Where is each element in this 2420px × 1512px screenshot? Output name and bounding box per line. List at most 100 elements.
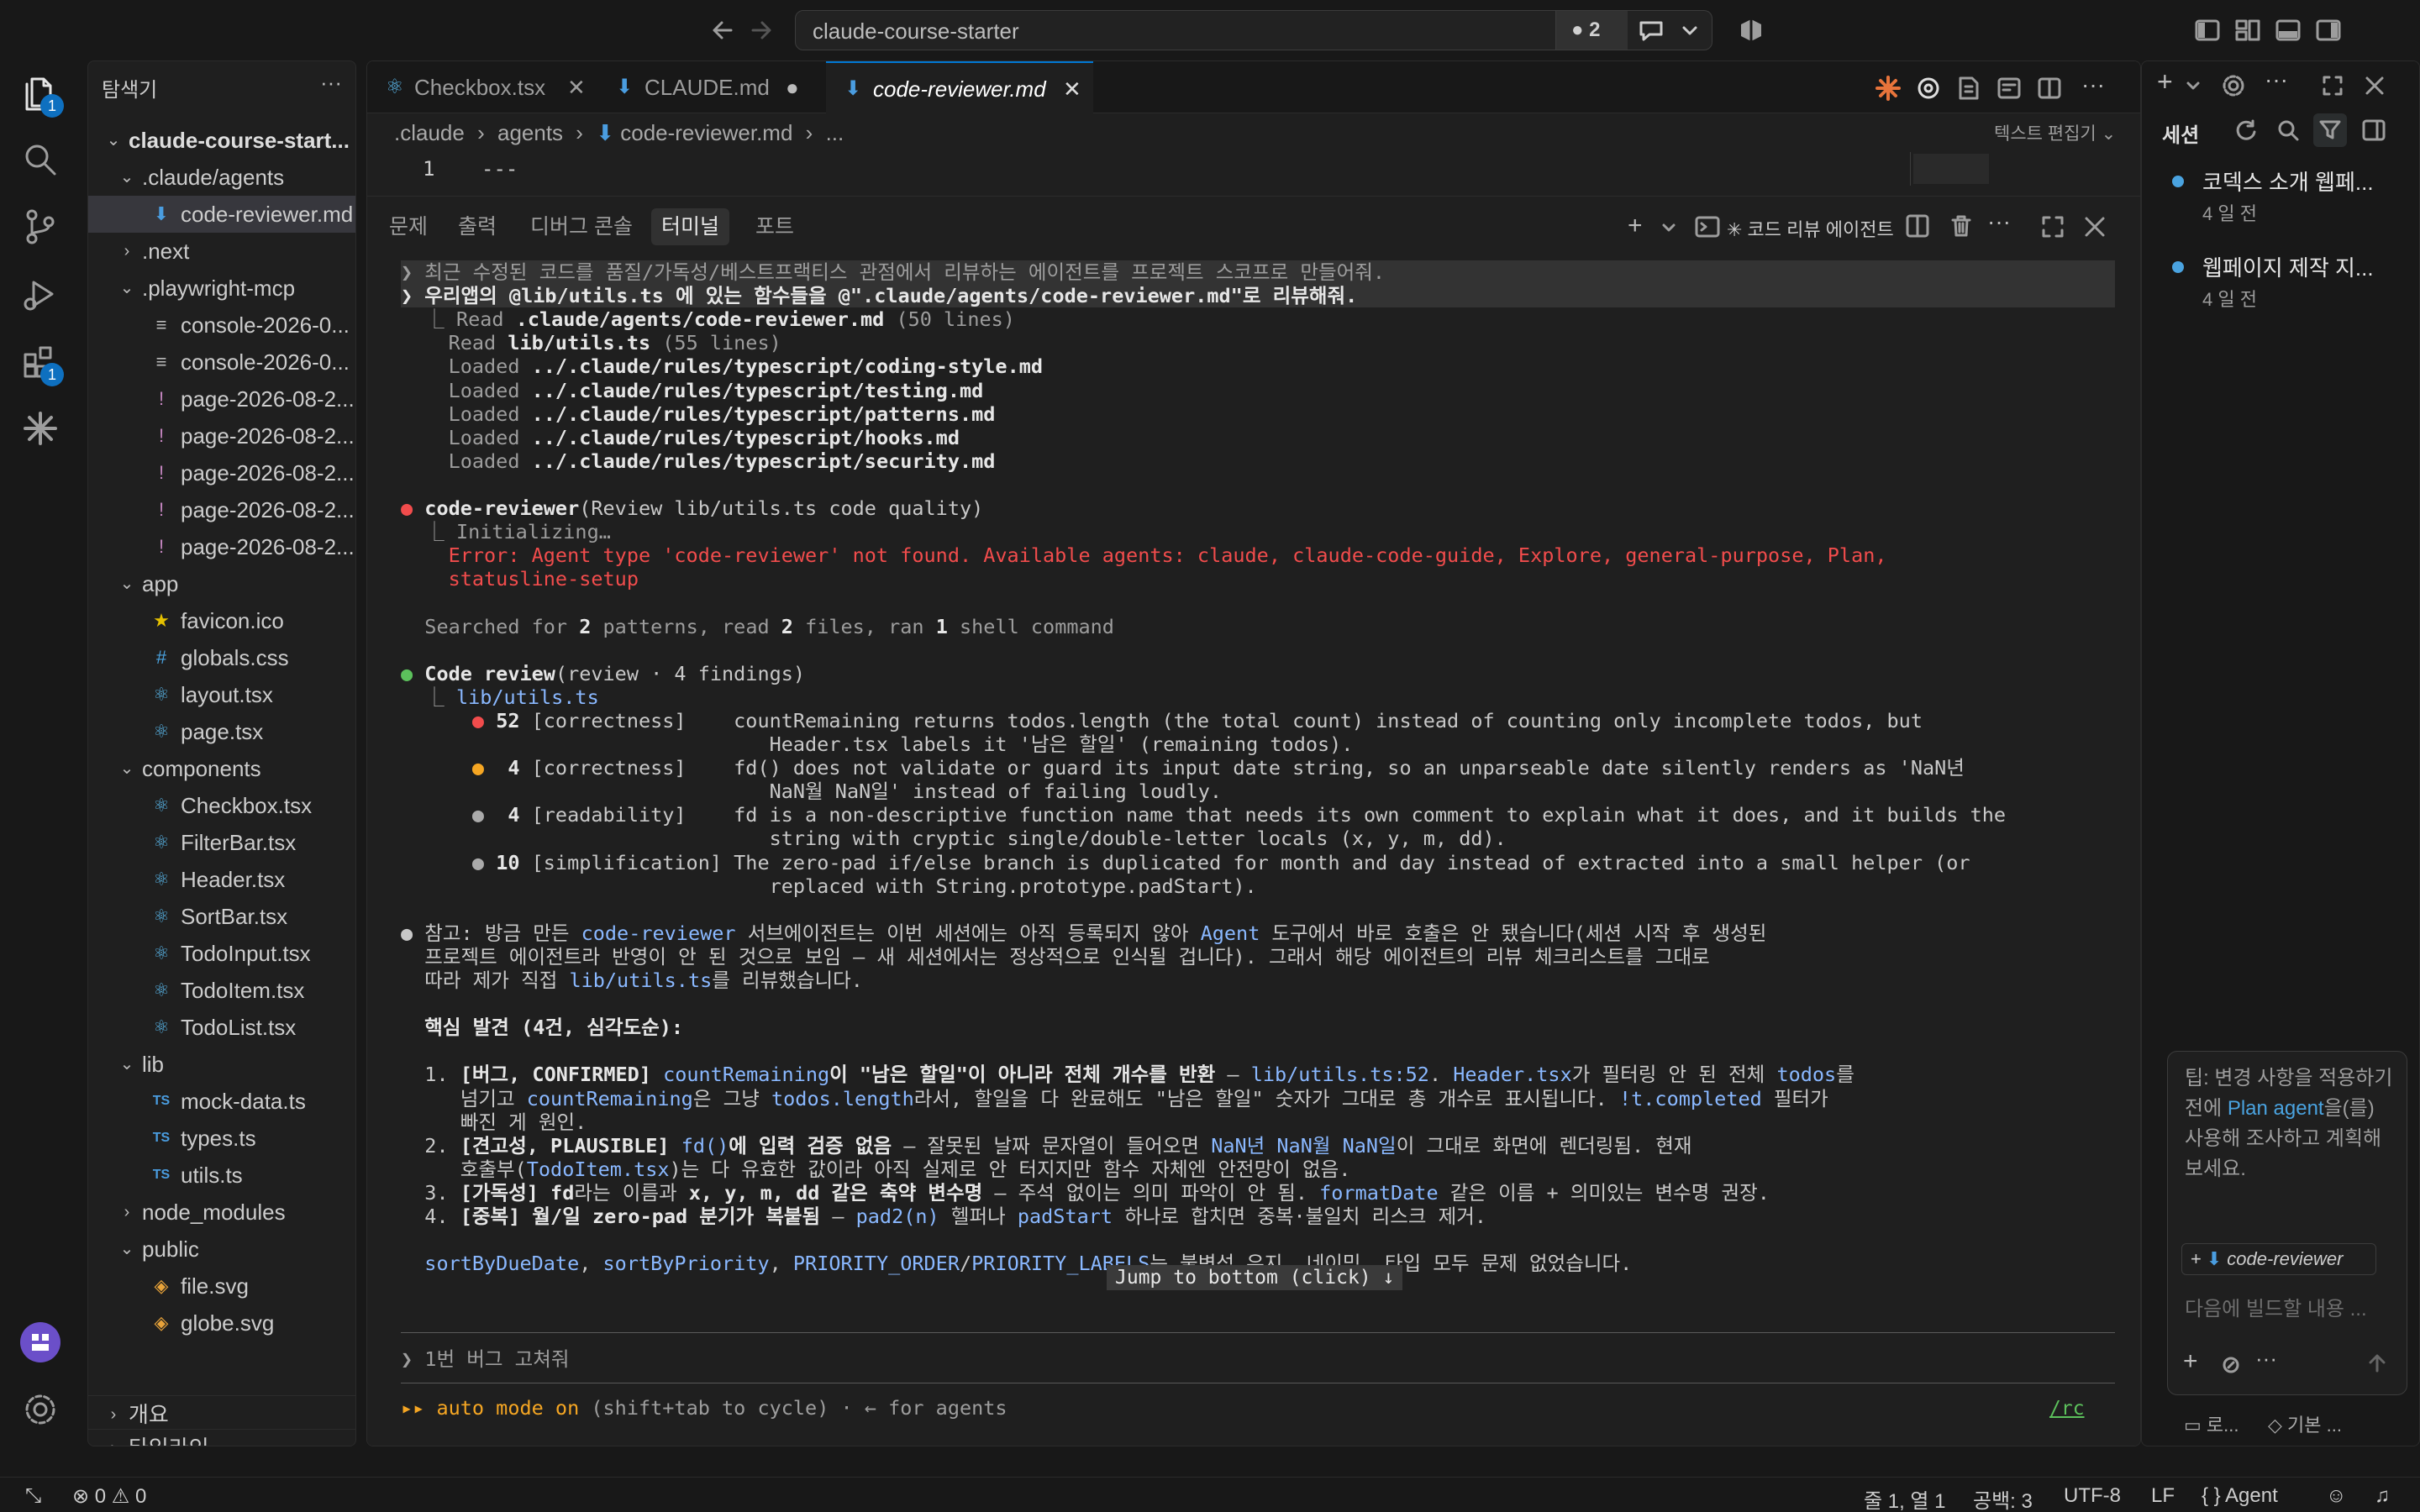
maximize-icon[interactable] (2041, 215, 2065, 239)
file-item[interactable]: TS mock-data.ts (88, 1083, 355, 1120)
chevron-down-icon[interactable]: ⌄ (118, 1046, 135, 1083)
chat-input[interactable]: 다음에 빌드할 내용 ... (2185, 1292, 2367, 1321)
breadcrumb-item[interactable]: ... (826, 120, 844, 145)
toggle-primary-sidebar-icon[interactable] (2195, 18, 2220, 42)
chevron-down-icon[interactable]: ⌄ (118, 750, 135, 787)
file-item[interactable]: ≡ console-2026-0... (88, 344, 355, 381)
file-item[interactable]: ★ favicon.ico (88, 602, 355, 639)
new-terminal-icon[interactable]: + (1628, 212, 1643, 240)
breadcrumb-item[interactable]: agents (497, 120, 563, 145)
tab-problems[interactable]: 문제 (379, 208, 438, 245)
breadcrumb-item[interactable]: code-reviewer.md (620, 120, 792, 145)
copilot-icon[interactable] (1738, 17, 1765, 44)
chevron-down-icon[interactable]: ⌄ (118, 1231, 135, 1268)
problems-status[interactable]: ⊗ 0 ⚠ 0 (72, 1484, 146, 1509)
breadcrumb-item[interactable]: .claude (394, 120, 465, 145)
outline-section[interactable]: › 개요 (88, 1395, 355, 1432)
file-item[interactable]: ◈ globe.svg (88, 1305, 355, 1341)
new-chat-icon[interactable]: + (2157, 66, 2173, 97)
cursor-position[interactable]: 줄 1, 열 1 (1864, 1484, 1946, 1512)
context-chip[interactable]: + ⬇ code-reviewer (2181, 1243, 2376, 1275)
chevron-right-icon[interactable]: › (118, 233, 135, 270)
file-item[interactable]: ! page-2026-08-2... (88, 528, 355, 565)
chevron-down-icon[interactable] (1661, 220, 1676, 235)
filter-button[interactable] (2313, 113, 2347, 147)
file-item[interactable]: ⚛ TodoItem.tsx (88, 972, 355, 1009)
customize-layout-icon[interactable] (2235, 18, 2260, 42)
more-actions-icon[interactable]: ··· (1987, 208, 2011, 235)
command-center-search[interactable]: claude-course-starter ● 2 (795, 10, 1712, 50)
maximize-icon[interactable] (2322, 75, 2344, 97)
split-terminal-icon[interactable] (1905, 213, 1930, 239)
forward-arrow-icon[interactable] (750, 18, 773, 42)
chat-icon[interactable] (1638, 18, 1666, 43)
chevron-down-icon[interactable] (1681, 23, 1698, 39)
minimap[interactable] (1913, 154, 1989, 184)
openai-icon[interactable] (1915, 75, 1942, 102)
file-item[interactable]: ⚛ SortBar.tsx (88, 898, 355, 935)
claude-activity[interactable] (18, 407, 62, 450)
file-item[interactable]: ≡ console-2026-0... (88, 307, 355, 344)
project-root[interactable]: ⌄ claude-course-start... (88, 122, 355, 159)
tab-code-reviewer[interactable]: ⬇ code-reviewer.md ✕ (826, 61, 1093, 113)
approval-mode-dropdown[interactable]: ◇ 기본 ... (2268, 1410, 2342, 1437)
folder-item[interactable]: ⌄ .claude/agents (88, 159, 355, 196)
file-item[interactable]: ⚛ page.tsx (88, 713, 355, 750)
session-item[interactable]: 코덱스 소개 웹페... 4 일 전 (2142, 162, 2419, 238)
preview-icon[interactable] (1996, 75, 2023, 102)
split-editor-icon[interactable] (2036, 75, 2063, 102)
file-item[interactable]: ! page-2026-08-2... (88, 381, 355, 417)
file-item[interactable]: ⚛ TodoList.tsx (88, 1009, 355, 1046)
more-actions-icon[interactable]: ··· (2265, 66, 2288, 93)
send-icon[interactable] (2366, 1352, 2388, 1374)
more-actions-icon[interactable]: ··· (320, 70, 342, 96)
folder-item[interactable]: ⌄ app (88, 565, 355, 602)
open-changes-icon[interactable] (1955, 75, 1982, 102)
back-arrow-icon[interactable] (711, 18, 734, 42)
file-item[interactable]: ⚛ Checkbox.tsx (88, 787, 355, 824)
more-actions-icon[interactable]: ··· (2081, 71, 2105, 98)
tools-icon[interactable] (2222, 1356, 2240, 1374)
toggle-panel-icon[interactable] (2275, 18, 2301, 42)
file-item[interactable]: TS utils.ts (88, 1157, 355, 1194)
close-icon[interactable] (2083, 215, 2107, 239)
folder-item[interactable]: ⌄ lib (88, 1046, 355, 1083)
dirty-dot-icon[interactable]: ● (786, 61, 799, 113)
copilot-status-icon[interactable]: ☺ (2326, 1484, 2347, 1508)
chevron-down-icon[interactable]: ⌄ (118, 565, 135, 602)
tab-debug-console[interactable]: 디버그 콘솔 (520, 208, 643, 245)
terminal-name[interactable]: ✳ 코드 리뷰 에이전트 (1727, 215, 1894, 242)
language-mode[interactable]: { } Agent (2202, 1484, 2278, 1508)
more-actions-icon[interactable]: ··· (2255, 1346, 2277, 1372)
toggle-sidebar-icon[interactable] (2362, 118, 2386, 142)
tab-output[interactable]: 출력 (448, 208, 507, 245)
gear-icon[interactable] (2221, 73, 2246, 98)
folder-item[interactable]: ⌄ public (88, 1231, 355, 1268)
chevron-down-icon[interactable]: ⌄ (118, 159, 135, 196)
prompt-input[interactable]: ❯ 1번 버그 고쳐줘 (401, 1341, 2115, 1378)
editor-line[interactable]: 1 --- (367, 152, 2140, 189)
indentation[interactable]: 공백: 3 (1973, 1484, 2033, 1512)
close-icon[interactable] (2364, 75, 2386, 97)
encoding[interactable]: UTF-8 (2064, 1484, 2121, 1508)
close-icon[interactable]: ✕ (567, 61, 586, 113)
chevron-down-icon[interactable]: ⌄ (118, 270, 135, 307)
run-debug-activity[interactable] (18, 272, 62, 316)
folder-item[interactable]: ⌄ components (88, 750, 355, 787)
tab-claude-md[interactable]: ⬇ CLAUDE.md ● (597, 61, 813, 113)
notifications-icon[interactable]: ♫ (2375, 1484, 2390, 1508)
toggle-secondary-sidebar-icon[interactable] (2316, 18, 2341, 42)
rc-link[interactable]: /rc (2049, 1398, 2085, 1420)
file-item[interactable]: # globals.css (88, 639, 355, 676)
file-item[interactable]: ⬇ code-reviewer.md (88, 196, 355, 233)
file-item[interactable]: ◈ file.svg (88, 1268, 355, 1305)
file-item[interactable]: ! page-2026-08-2... (88, 454, 355, 491)
extensions-activity[interactable]: 1 (18, 339, 64, 386)
add-context-icon[interactable]: + (2191, 1248, 2202, 1269)
add-icon[interactable]: + (2183, 1347, 2198, 1376)
tab-checkbox[interactable]: ⚛ Checkbox.tsx ✕ (367, 61, 597, 113)
file-item[interactable]: ⚛ TodoInput.tsx (88, 935, 355, 972)
close-icon[interactable]: ✕ (1063, 63, 1081, 115)
settings-activity[interactable] (18, 1388, 62, 1431)
plan-agent-link[interactable]: Plan agent (2228, 1097, 2324, 1120)
